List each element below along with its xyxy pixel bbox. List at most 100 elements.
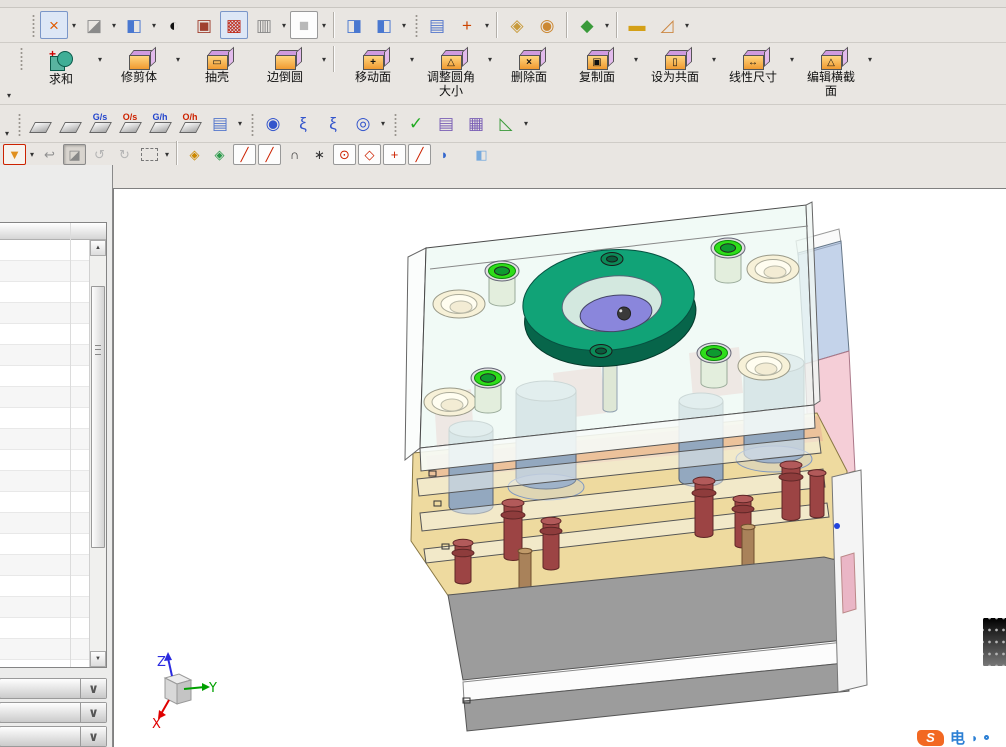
collapsed-section-1[interactable]: ∨ [0,678,107,699]
snap-intersection-button[interactable]: + [383,143,406,165]
collapsed-section-2[interactable]: ∨ [0,702,107,723]
screw-boss[interactable] [710,237,746,284]
spring-trim-button[interactable]: ξ [319,110,347,138]
shaded-view-button[interactable]: ◪ [80,11,108,39]
list-row[interactable] [0,408,89,429]
edge-blend-button[interactable]: 边倒圆 [252,46,318,106]
orient-ref-button[interactable]: ↻ [113,144,136,165]
isometric-view-dropdown[interactable]: ▾ [149,12,159,38]
vertical-scrollbar[interactable]: ▲ ▼ [89,240,106,667]
linear-ruler-button[interactable]: ▬ [623,11,651,39]
bom-table-button[interactable]: ▦ [462,110,490,138]
snap-point-button[interactable]: ◈ [183,144,206,165]
show-shaded-cube-button[interactable]: ◧ [470,144,493,165]
cooling-dropdown[interactable]: ▾ [378,111,388,137]
trim-body-dropdown[interactable]: ▾ [173,46,183,72]
linear-dimension-button[interactable]: ↔ 线性尺寸 [720,46,786,106]
collapsed-section-2-expand-button[interactable]: ∨ [80,703,106,722]
list-row[interactable] [0,576,89,597]
render-style-button[interactable]: ◐ [160,11,188,39]
resize-blend-dropdown[interactable]: ▾ [485,46,495,72]
screw-boss[interactable] [696,342,732,389]
edge-blend-dropdown[interactable]: ▾ [319,46,329,72]
wireframe-in-cube-button[interactable]: ▣ [190,11,218,39]
show-hide-dropdown[interactable]: ▾ [602,12,612,38]
wcs-display-button[interactable]: + [453,11,481,39]
delete-face-button[interactable]: × 删除面 [496,46,562,106]
list-row[interactable] [0,534,89,555]
electrode-oh-button[interactable]: O/h [176,110,204,138]
snap-quadrant-button[interactable]: ◇ [358,143,381,165]
shaded-view-dropdown[interactable]: ▾ [109,12,119,38]
spring-button[interactable]: ξ [289,110,317,138]
list-row[interactable] [0,471,89,492]
move-face-dropdown[interactable]: ▾ [407,46,417,72]
list-row[interactable] [0,387,89,408]
collapsed-section-3-expand-button[interactable]: ∨ [80,727,106,746]
list-row[interactable] [0,303,89,324]
rotate-ref-button[interactable]: ↺ [88,144,111,165]
unite-dropdown[interactable]: ▾ [95,46,105,72]
snap-center-button[interactable]: ⊙ [333,143,356,165]
snap-pole-button[interactable]: ∗ [308,144,331,165]
layer-settings-button[interactable]: ▤ [423,11,451,39]
clip-dropdown[interactable]: ▾ [399,12,409,38]
collapsed-section-3[interactable]: ∨ [0,726,107,747]
fit-view-button[interactable]: × [40,11,68,39]
csys-orient-dropdown[interactable]: ▾ [521,111,531,137]
scroll-down-button[interactable]: ▼ [90,651,106,667]
cooling-coil-button[interactable]: ◉ [259,110,287,138]
selection-filter-dropdown[interactable]: ▾ [27,141,37,167]
electrode-gs-button[interactable]: G/s [86,110,114,138]
fit-view-dropdown[interactable]: ▾ [69,12,79,38]
list-row[interactable] [0,555,89,576]
make-coplanar-dropdown[interactable]: ▾ [709,46,719,72]
list-row[interactable] [0,639,89,660]
snap-point-on-face-button[interactable]: ◗ [433,144,456,165]
navigator-list-header[interactable] [0,223,106,240]
column-divider[interactable] [70,223,71,667]
edit-cross-section-button[interactable]: △ 编辑横截面 [798,46,864,106]
resize-blend-button[interactable]: △ 调整圆角 大小 [418,46,484,106]
cooling-edit-button[interactable]: ◎ [349,110,377,138]
list-row[interactable] [0,282,89,303]
shaded-in-cube-button[interactable]: ▩ [220,11,248,39]
unite-button[interactable]: + 求和 [28,46,94,106]
screw-boss[interactable] [484,260,520,307]
mold-tool-a-button[interactable] [26,110,54,138]
validate-check-button[interactable]: ✓ [402,110,430,138]
make-coplanar-button[interactable]: ▯ 设为共面 [642,46,708,106]
snap-arc-button[interactable]: ∩ [283,144,306,165]
snap-point-on-curve-button[interactable]: ╱ [408,143,431,165]
graphics-viewport[interactable]: Z Y X S 电 ◗ [113,188,1006,747]
object-display-button[interactable]: ◉ [533,11,561,39]
standard-part-library-button[interactable]: ▤ [206,110,234,138]
copy-face-button[interactable]: ▣ 复制面 [564,46,630,106]
isometric-view-button[interactable]: ◧ [120,11,148,39]
standard-part-dropdown[interactable]: ▾ [235,111,245,137]
right-support-column[interactable] [831,469,868,693]
list-row[interactable] [0,450,89,471]
trim-body-button[interactable]: 修剪体 [106,46,172,106]
background-color-button[interactable]: ■ [290,11,318,39]
electrode-os-button[interactable]: O/s [116,110,144,138]
list-row[interactable] [0,492,89,513]
list-row[interactable] [0,618,89,639]
copy-face-dropdown[interactable]: ▾ [631,46,641,72]
navigator-list[interactable]: ▲ ▼ [0,222,107,668]
list-row[interactable] [0,240,89,261]
move-face-button[interactable]: + 移动面 [340,46,406,106]
angle-ruler-button[interactable]: ◿ [653,11,681,39]
csys-orient-button[interactable]: ◺ [492,110,520,138]
navigator-list-rows[interactable] [0,240,89,667]
list-row[interactable] [0,261,89,282]
cube-display-dropdown[interactable]: ▾ [279,12,289,38]
part-navigator-button[interactable]: ▤ [432,110,460,138]
clip-plane-button[interactable]: ◧ [370,11,398,39]
row3-overflow[interactable]: ▾ [2,105,12,142]
list-row[interactable] [0,345,89,366]
list-row[interactable] [0,429,89,450]
row2-overflow[interactable]: ▾ [4,46,14,104]
snap-rotate-button[interactable]: ◈ [208,144,231,165]
measure-dropdown[interactable]: ▾ [682,12,692,38]
